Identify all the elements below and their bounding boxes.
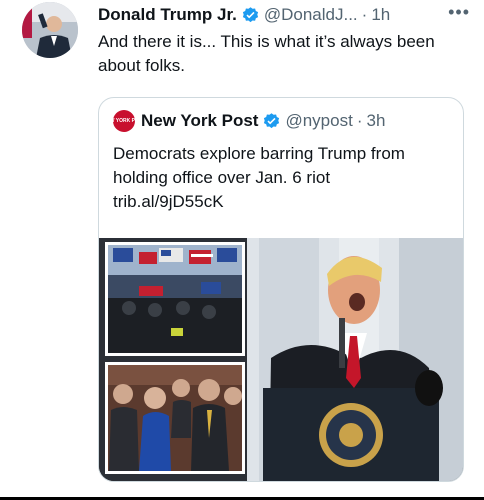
separator-dot: · — [361, 5, 368, 24]
verified-badge-icon — [262, 112, 281, 131]
quoted-headline: Democrats explore barring Trump from hol… — [113, 144, 405, 187]
tweet-timestamp[interactable]: 1h — [371, 5, 390, 25]
nypost-logo-text: NEW YORK POST — [102, 117, 146, 124]
quoted-tweet-header: NEW YORK POST New York Post @nypost · 3h — [103, 110, 386, 132]
more-dots-icon[interactable]: ••• — [448, 2, 470, 23]
author-handle[interactable]: @DonaldJ... — [264, 5, 358, 25]
quoted-author-name[interactable]: New York Post — [141, 111, 258, 131]
tweet-text: And there it is... This is what it’s alw… — [98, 32, 435, 75]
quoted-author-handle[interactable]: @nypost — [285, 111, 352, 131]
avatar-image — [22, 2, 78, 58]
quoted-tweet-text: Democrats explore barring Trump from hol… — [113, 142, 443, 214]
author-avatar[interactable] — [22, 2, 78, 58]
quoted-media-image[interactable] — [99, 238, 463, 481]
separator-dot: · — [356, 111, 363, 130]
media-collage — [99, 238, 463, 481]
verified-badge-icon — [241, 6, 260, 25]
quoted-tweet-card[interactable]: NEW YORK POST New York Post @nypost · 3h… — [98, 97, 464, 482]
nypost-avatar[interactable]: NEW YORK POST — [103, 110, 145, 132]
quoted-link[interactable]: trib.al/9jD55cK — [113, 190, 443, 214]
tweet-header: Donald Trump Jr. @DonaldJ... · 1h — [98, 2, 476, 28]
quoted-timestamp[interactable]: 3h — [367, 111, 386, 131]
author-name[interactable]: Donald Trump Jr. — [98, 5, 237, 25]
